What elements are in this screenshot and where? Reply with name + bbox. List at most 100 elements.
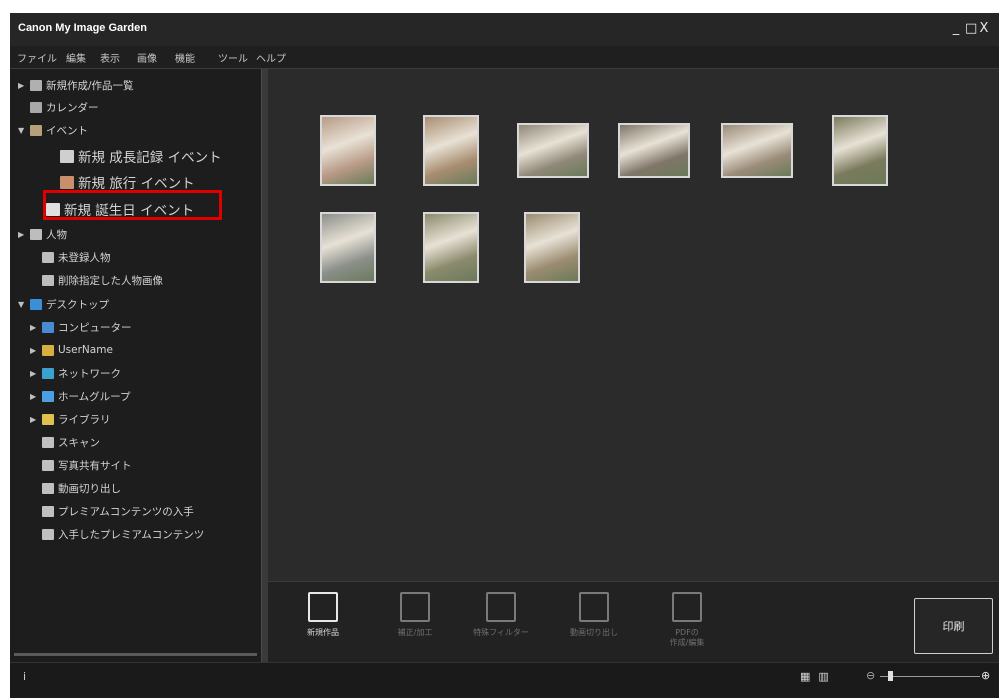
sidebar-item-label: 新規作成/作品一覧 bbox=[46, 79, 134, 92]
sidebar-item[interactable]: プレミアムコンテンツの入手 bbox=[30, 501, 194, 521]
title-bar: Canon My Image Garden _ □X bbox=[10, 13, 999, 46]
list-view-icon[interactable]: ▥ bbox=[818, 670, 828, 683]
sidebar-item[interactable]: ▶ 新規作成/作品一覧 bbox=[18, 75, 134, 95]
expand-arrow-icon[interactable]: ▼ bbox=[18, 300, 30, 309]
sidebar-item-label: デスクトップ bbox=[46, 298, 109, 311]
thumbnail-photo-7[interactable] bbox=[320, 212, 376, 283]
sidebar-item-label: 入手したプレミアムコンテンツ bbox=[58, 528, 205, 541]
sidebar-item[interactable]: ▶ ホームグループ bbox=[30, 386, 131, 406]
video-capture-icon bbox=[42, 482, 54, 494]
sidebar-item-label: ネットワーク bbox=[58, 367, 121, 380]
sidebar-item[interactable]: ▶ UserName bbox=[30, 340, 113, 360]
tool-button[interactable]: 新規作品 bbox=[288, 592, 358, 638]
thumbnail-photo-1[interactable] bbox=[320, 115, 376, 186]
panel-splitter[interactable] bbox=[261, 69, 268, 662]
sidebar-item[interactable]: 未登録人物 bbox=[30, 247, 111, 267]
bottom-toolbar: 新規作品 補正/加工 特殊フィルター 動画切り出し PDFの 作成/編集 印刷 bbox=[268, 581, 999, 663]
sidebar-item-label: 削除指定した人物画像 bbox=[58, 274, 163, 287]
thumbnail-photo-3[interactable] bbox=[517, 123, 589, 178]
maximize-button[interactable]: □ bbox=[965, 21, 979, 36]
sidebar-item[interactable]: ▼ イベント bbox=[18, 120, 88, 140]
app-window: Canon My Image Garden _ □X ファイル 編集 表示 画像 … bbox=[10, 13, 999, 698]
sidebar-item[interactable]: 新規 成長記録 イベント bbox=[60, 143, 222, 169]
sidebar-item[interactable]: ▶ コンピューター bbox=[30, 317, 132, 337]
collapse-arrow-icon[interactable]: ▶ bbox=[18, 81, 30, 90]
sidebar-item[interactable]: スキャン bbox=[30, 432, 100, 452]
unregistered-person-icon bbox=[42, 251, 54, 263]
collapse-arrow-icon[interactable]: ▶ bbox=[30, 369, 42, 378]
collapse-arrow-icon[interactable]: ▶ bbox=[30, 323, 42, 332]
sidebar-item[interactable]: 削除指定した人物画像 bbox=[30, 270, 163, 290]
menu-tools[interactable]: ツール bbox=[218, 50, 248, 65]
tool-icon bbox=[672, 592, 702, 622]
print-button[interactable]: 印刷 bbox=[914, 598, 993, 654]
sidebar-item-label: イベント bbox=[46, 124, 88, 137]
growth-record-icon bbox=[60, 149, 74, 163]
thumbnail-photo-5[interactable] bbox=[721, 123, 793, 178]
thumbnail-photo-4[interactable] bbox=[618, 123, 690, 178]
tool-icon bbox=[579, 592, 609, 622]
sidebar-item[interactable]: ▶ ネットワーク bbox=[30, 363, 121, 383]
tool-label: 特殊フィルター bbox=[473, 628, 529, 637]
sidebar-item-label: スキャン bbox=[58, 436, 100, 449]
zoom-slider-track[interactable] bbox=[880, 676, 980, 677]
deleted-person-icon bbox=[42, 274, 54, 286]
thumbnail-area bbox=[268, 69, 999, 581]
tool-icon bbox=[400, 592, 430, 622]
sidebar-item[interactable]: ▶ ライブラリ bbox=[30, 409, 111, 429]
network-icon bbox=[42, 367, 54, 379]
travel-icon bbox=[60, 175, 74, 189]
thumbnail-photo-9[interactable] bbox=[524, 212, 580, 283]
sidebar-item[interactable]: 入手したプレミアムコンテンツ bbox=[30, 524, 204, 544]
minimize-button[interactable]: _ bbox=[951, 21, 965, 36]
sidebar-item[interactable]: 写真共有サイト bbox=[30, 455, 132, 475]
menu-file[interactable]: ファイル bbox=[17, 50, 57, 65]
sidebar-item-label: 新規 成長記録 イベント bbox=[78, 150, 222, 166]
sidebar-item[interactable]: 動画切り出し bbox=[30, 478, 121, 498]
user-folder-icon bbox=[42, 344, 54, 356]
zoom-out-icon[interactable]: ⊖ bbox=[866, 669, 875, 682]
sidebar-item[interactable]: ▼ デスクトップ bbox=[18, 294, 109, 314]
thumbnail-photo-6[interactable] bbox=[832, 115, 888, 186]
zoom-in-icon[interactable]: ⊕ bbox=[981, 669, 990, 682]
photo-sharing-icon bbox=[42, 459, 54, 471]
zoom-slider-handle[interactable] bbox=[888, 671, 893, 681]
thumbnail-photo-2[interactable] bbox=[423, 115, 479, 186]
person-icon bbox=[30, 228, 42, 240]
selected-item-highlight bbox=[43, 190, 222, 220]
window-controls: _ □X bbox=[951, 21, 993, 36]
sidebar-item-label: 新規 旅行 イベント bbox=[78, 176, 195, 192]
info-icon[interactable]: i bbox=[23, 670, 26, 683]
menu-view[interactable]: 表示 bbox=[100, 50, 120, 65]
sidebar-item[interactable]: カレンダー bbox=[18, 97, 99, 117]
tool-icon bbox=[308, 592, 338, 622]
menu-help[interactable]: ヘルプ bbox=[256, 50, 286, 65]
expand-arrow-icon[interactable]: ▼ bbox=[18, 126, 30, 135]
sidebar-item-label: プレミアムコンテンツの入手 bbox=[58, 505, 194, 518]
scan-icon bbox=[42, 436, 54, 448]
sidebar-item-label: 動画切り出し bbox=[58, 482, 121, 495]
menu-edit[interactable]: 編集 bbox=[66, 50, 86, 65]
tool-button[interactable]: 特殊フィルター bbox=[466, 592, 536, 638]
menu-function[interactable]: 機能 bbox=[175, 50, 195, 65]
tool-label: 補正/加工 bbox=[397, 628, 433, 637]
grid-view-icon[interactable]: ▦ bbox=[800, 670, 810, 683]
tool-button[interactable]: 補正/加工 bbox=[380, 592, 450, 638]
collapse-arrow-icon[interactable]: ▶ bbox=[30, 415, 42, 424]
collapse-arrow-icon[interactable]: ▶ bbox=[18, 230, 30, 239]
tool-button[interactable]: 動画切り出し bbox=[559, 592, 629, 638]
premium-download-icon bbox=[42, 505, 54, 517]
collapse-arrow-icon[interactable]: ▶ bbox=[30, 392, 42, 401]
sidebar-item[interactable]: ▶ 人物 bbox=[18, 224, 67, 244]
menu-image[interactable]: 画像 bbox=[137, 50, 157, 65]
collapse-arrow-icon[interactable]: ▶ bbox=[30, 346, 42, 355]
homegroup-icon bbox=[42, 390, 54, 402]
sidebar-item-label: 写真共有サイト bbox=[58, 459, 132, 472]
thumbnail-photo-8[interactable] bbox=[423, 212, 479, 283]
tool-label: PDFの 作成/編集 bbox=[669, 628, 705, 647]
tool-label: 新規作品 bbox=[307, 628, 339, 637]
new-work-icon bbox=[30, 79, 42, 91]
close-button[interactable]: X bbox=[979, 21, 993, 36]
tool-button[interactable]: PDFの 作成/編集 bbox=[652, 592, 722, 648]
sidebar-scrollbar[interactable] bbox=[14, 653, 257, 656]
